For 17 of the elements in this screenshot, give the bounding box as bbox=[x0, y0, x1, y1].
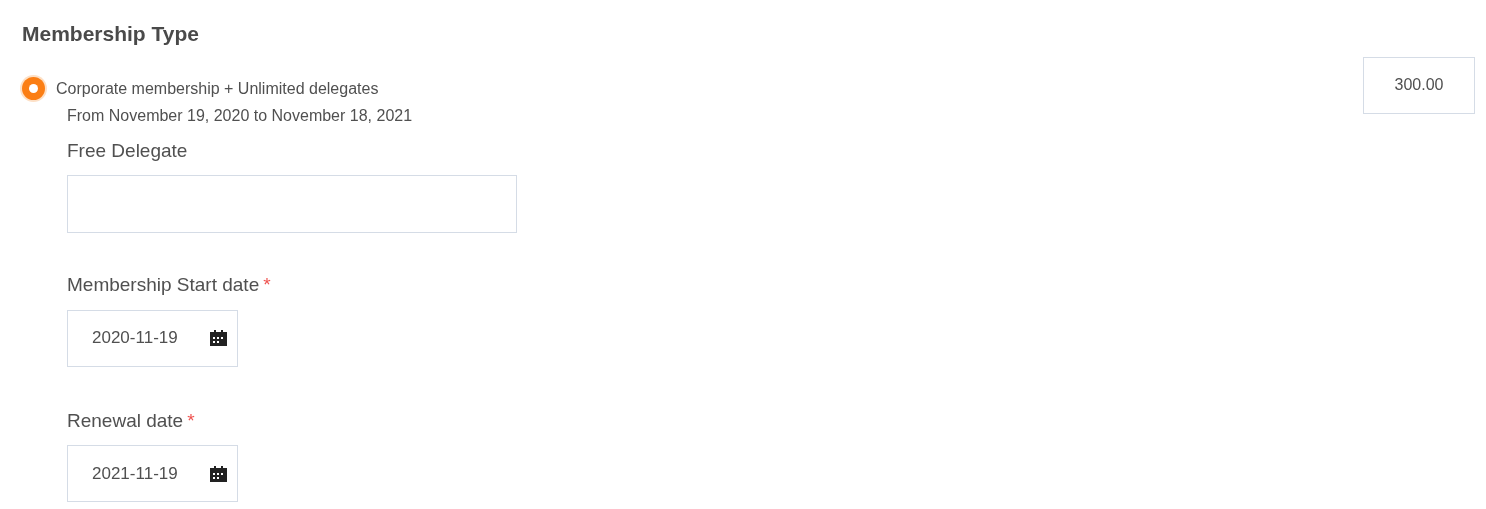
option-label: Corporate membership + Unlimited delegates bbox=[56, 78, 379, 99]
date-value: 2021-11-19 bbox=[92, 462, 178, 485]
field-label: Membership Start date bbox=[67, 273, 260, 297]
membership-period: From November 19, 2020 to November 18, 2021 bbox=[67, 105, 414, 126]
section-title: Membership Type bbox=[22, 21, 200, 47]
field-label: Free Delegate bbox=[67, 138, 188, 163]
date-value: 2020-11-19 bbox=[92, 327, 178, 350]
date-field[interactable]: 2020-11-19 bbox=[67, 309, 238, 367]
date-field[interactable]: 2021-11-19 bbox=[67, 445, 238, 502]
radio-button[interactable] bbox=[22, 77, 45, 100]
required-mark: * bbox=[263, 273, 271, 297]
calendar-icon[interactable] bbox=[210, 465, 227, 482]
required-mark: * bbox=[187, 408, 195, 433]
calendar-icon[interactable] bbox=[210, 330, 227, 346]
text-field[interactable] bbox=[67, 175, 517, 233]
field-label: Renewal date bbox=[67, 408, 184, 433]
price-field: 300.00 bbox=[1363, 56, 1475, 114]
